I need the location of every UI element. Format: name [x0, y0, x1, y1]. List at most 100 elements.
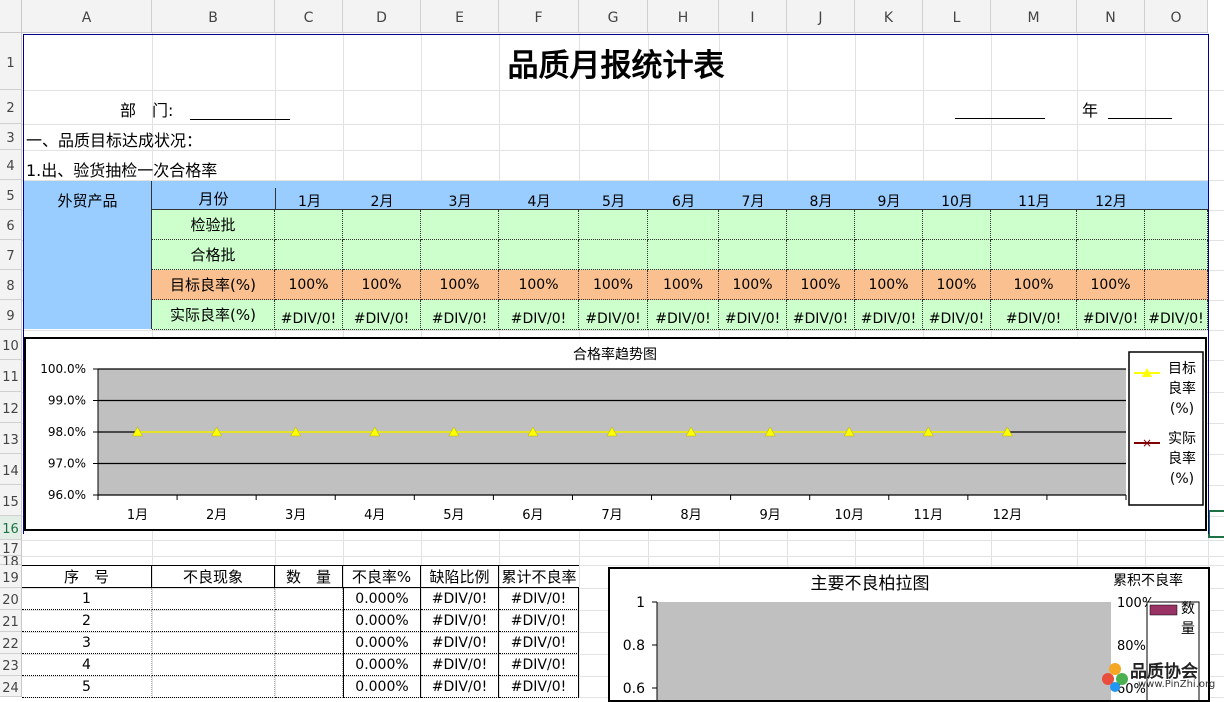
cell-target-13[interactable]	[1145, 270, 1208, 300]
defects-cell[interactable]	[152, 632, 275, 654]
column-header-m[interactable]: M	[991, 0, 1077, 33]
cell-target-12[interactable]: 100%	[1077, 270, 1145, 300]
column-header-l[interactable]: L	[923, 0, 991, 33]
cell-pass-2[interactable]	[343, 240, 421, 270]
year-underline[interactable]	[1108, 118, 1172, 119]
cell-pass-8[interactable]	[787, 240, 855, 270]
cell-inspect-12[interactable]	[1077, 210, 1145, 240]
row-label-pass[interactable]: 合格批	[152, 240, 275, 270]
defects-cell[interactable]: 0.000%	[343, 632, 421, 654]
defects-cell[interactable]: #DIV/0!	[421, 588, 499, 610]
defects-cell[interactable]: 2	[22, 610, 152, 632]
cell-inspect-11[interactable]	[991, 210, 1077, 240]
row-header-9[interactable]: 9	[0, 300, 22, 330]
defects-cell[interactable]: 0.000%	[343, 610, 421, 632]
column-header-n[interactable]: N	[1077, 0, 1145, 33]
row-header-5[interactable]: 5	[0, 180, 22, 210]
row-header-18[interactable]: 18	[0, 556, 22, 569]
cell-actual-9[interactable]: #DIV/0!	[855, 300, 923, 330]
column-header-h[interactable]: H	[648, 0, 719, 33]
defects-cell[interactable]: #DIV/0!	[499, 632, 579, 654]
row-header-22[interactable]: 22	[0, 632, 22, 654]
cell-pass-10[interactable]	[923, 240, 991, 270]
cell-target-4[interactable]: 100%	[499, 270, 579, 300]
row-header-21[interactable]: 21	[0, 610, 22, 632]
cell-pass-1[interactable]	[275, 240, 343, 270]
defects-cell[interactable]	[275, 610, 343, 632]
cell-inspect-7[interactable]	[719, 210, 787, 240]
cell-actual-11[interactable]: #DIV/0!	[991, 300, 1077, 330]
defects-cell[interactable]: 0.000%	[343, 676, 421, 698]
row-header-19[interactable]: 19	[0, 565, 22, 588]
defects-cell[interactable]: #DIV/0!	[421, 610, 499, 632]
defects-cell[interactable]: 5	[22, 676, 152, 698]
defects-cell[interactable]: #DIV/0!	[421, 632, 499, 654]
product-label-cell[interactable]: 外贸产品	[24, 181, 152, 329]
corner-select-all[interactable]	[0, 0, 22, 33]
cell-inspect-9[interactable]	[855, 210, 923, 240]
trend-chart[interactable]: 合格率趋势图 96.0% 97.0% 98.0% 99.0% 100.0% 1月 2月 3月 4月…	[24, 337, 1207, 531]
row-header-1[interactable]: 1	[0, 33, 22, 90]
cell-inspect-10[interactable]	[923, 210, 991, 240]
cell-actual-10[interactable]: #DIV/0!	[923, 300, 991, 330]
cell-pass-5[interactable]	[579, 240, 648, 270]
row-header-24[interactable]: 24	[0, 676, 22, 697]
column-header-e[interactable]: E	[421, 0, 499, 33]
row-header-13[interactable]: 13	[0, 423, 22, 454]
cell-target-5[interactable]: 100%	[579, 270, 648, 300]
cell-inspect-8[interactable]	[787, 210, 855, 240]
cell-inspect-1[interactable]	[275, 210, 343, 240]
cell-pass-6[interactable]	[648, 240, 719, 270]
cell-actual-4[interactable]: #DIV/0!	[499, 300, 579, 330]
defects-cell[interactable]: #DIV/0!	[499, 610, 579, 632]
defects-cell[interactable]: 4	[22, 654, 152, 676]
cell-pass-4[interactable]	[499, 240, 579, 270]
row-header-12[interactable]: 12	[0, 392, 22, 423]
cell-target-2[interactable]: 100%	[343, 270, 421, 300]
row-header-17[interactable]: 17	[0, 540, 22, 557]
cell-target-3[interactable]: 100%	[421, 270, 499, 300]
cell-inspect-6[interactable]	[648, 210, 719, 240]
row-label-actual[interactable]: 实际良率(%)	[152, 300, 275, 330]
row-header-14[interactable]: 14	[0, 454, 22, 485]
cell-actual-6[interactable]: #DIV/0!	[648, 300, 719, 330]
defects-cell[interactable]: 0.000%	[343, 654, 421, 676]
period-underline[interactable]	[955, 118, 1045, 119]
row-header-3[interactable]: 3	[0, 124, 22, 150]
defects-cell[interactable]: #DIV/0!	[499, 588, 579, 610]
cell-actual-7[interactable]: #DIV/0!	[719, 300, 787, 330]
defects-cell[interactable]: #DIV/0!	[499, 654, 579, 676]
cell-pass-12[interactable]	[1077, 240, 1145, 270]
row-header-4[interactable]: 4	[0, 150, 22, 180]
column-header-k[interactable]: K	[855, 0, 923, 33]
column-header-b[interactable]: B	[152, 0, 275, 33]
column-header-j[interactable]: J	[787, 0, 855, 33]
defects-cell[interactable]: #DIV/0!	[499, 676, 579, 698]
column-header-o[interactable]: O	[1145, 0, 1208, 33]
cell-target-7[interactable]: 100%	[719, 270, 787, 300]
row-header-7[interactable]: 7	[0, 240, 22, 270]
defects-cell[interactable]	[275, 588, 343, 610]
column-header-g[interactable]: G	[579, 0, 648, 33]
cell-actual-8[interactable]: #DIV/0!	[787, 300, 855, 330]
cell-pass-7[interactable]	[719, 240, 787, 270]
defects-cell[interactable]	[275, 632, 343, 654]
cell-pass-3[interactable]	[421, 240, 499, 270]
defects-cell[interactable]: 0.000%	[343, 588, 421, 610]
cell-actual-5[interactable]: #DIV/0!	[579, 300, 648, 330]
cell-actual-13[interactable]: #DIV/0!	[1145, 300, 1208, 330]
column-header-i[interactable]: I	[719, 0, 787, 33]
cell-target-6[interactable]: 100%	[648, 270, 719, 300]
row-header-11[interactable]: 11	[0, 360, 22, 392]
cell-inspect-3[interactable]	[421, 210, 499, 240]
cell-target-10[interactable]: 100%	[923, 270, 991, 300]
column-header-c[interactable]: C	[275, 0, 343, 33]
cell-pass-11[interactable]	[991, 240, 1077, 270]
row-header-6[interactable]: 6	[0, 210, 22, 240]
defects-cell[interactable]	[152, 676, 275, 698]
cell-pass-9[interactable]	[855, 240, 923, 270]
row-header-10[interactable]: 10	[0, 330, 22, 360]
cell-target-11[interactable]: 100%	[991, 270, 1077, 300]
defects-cell[interactable]: #DIV/0!	[421, 654, 499, 676]
cell-target-1[interactable]: 100%	[275, 270, 343, 300]
